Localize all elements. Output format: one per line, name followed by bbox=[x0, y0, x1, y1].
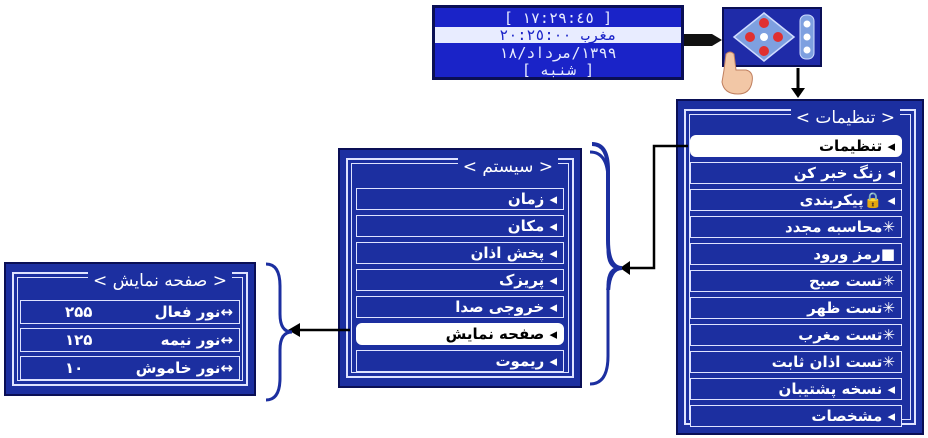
lcd-row-prayer: مغرب ٢٠:٢٥:٠٠ bbox=[435, 27, 681, 43]
brightness-off-value: ١٠ bbox=[65, 359, 84, 377]
menu-item-power-socket[interactable]: ◂ پریزک bbox=[356, 269, 564, 291]
lcd-row-date: ١٣٩٩/مرداد/١٨ bbox=[499, 44, 617, 62]
system-menu-panel: < سیستم > ◂ زمان ◂ مکان ◂ پخش اذان ◂ پری… bbox=[338, 148, 582, 388]
menu-item-remote[interactable]: ◂ ریموت bbox=[356, 350, 564, 372]
hand-pointer-icon bbox=[721, 51, 753, 95]
menu-item-brightness-half[interactable]: ↔نور نیمه ١٢۵ bbox=[20, 328, 240, 352]
menu-item-backup[interactable]: ◂ نسخه پشتیبان bbox=[690, 378, 902, 400]
menu-item-brightness-off[interactable]: ↔نور خاموش ١٠ bbox=[20, 356, 240, 380]
system-menu-title: < سیستم > bbox=[457, 158, 558, 176]
brightness-active-value: ٢۵۵ bbox=[65, 303, 93, 321]
menu-item-configuration[interactable]: ◂ 🔒پیکربندی bbox=[690, 189, 902, 211]
display-menu-panel: < صفحه نمایش > ↔نور فعال ٢۵۵ ↔نور نیمه ١… bbox=[4, 262, 256, 396]
menu-item-time[interactable]: ◂ زمان bbox=[356, 188, 564, 210]
lcd-clock-display: [ ١٧:٢٩:٤٥ ] مغرب ٢٠:٢٥:٠٠ ١٣٩٩/مرداد/١٨… bbox=[432, 5, 684, 80]
brightness-active-label: ↔نور فعال bbox=[154, 303, 233, 321]
settings-menu-title: < تنظیمات > bbox=[790, 109, 900, 127]
arrow-down-icon bbox=[791, 68, 805, 98]
system-bracket bbox=[589, 150, 621, 386]
menu-item-azan-playback[interactable]: ◂ پخش اذان bbox=[356, 242, 564, 264]
menu-item-test-dhuhr[interactable]: ✳تست ظهر bbox=[690, 297, 902, 319]
menu-item-brightness-active[interactable]: ↔نور فعال ٢۵۵ bbox=[20, 300, 240, 324]
brightness-off-label: ↔نور خاموش bbox=[135, 359, 233, 377]
menu-item-recalculate[interactable]: ✳محاسبه مجدد bbox=[690, 216, 902, 238]
menu-item-settings[interactable]: ◂ تنظیمات bbox=[690, 135, 902, 157]
menu-item-test-maghrib[interactable]: ✳تست مغرب bbox=[690, 324, 902, 346]
display-menu-title: < صفحه نمایش > bbox=[88, 272, 232, 290]
menu-item-test-fajr[interactable]: ✳تست صبح bbox=[690, 270, 902, 292]
brightness-half-label: ↔نور نیمه bbox=[160, 331, 233, 349]
lcd-row-time: [ ١٧:٢٩:٤٥ ] bbox=[503, 9, 613, 27]
menu-item-alarm[interactable]: ◂ زنگ خبر کن bbox=[690, 162, 902, 184]
menu-item-password[interactable]: ■رمز ورود bbox=[690, 243, 902, 265]
display-bracket bbox=[265, 262, 293, 402]
menu-item-audio-output[interactable]: ◂ خروجی صدا bbox=[356, 296, 564, 318]
settings-menu-inner-frame bbox=[689, 114, 911, 420]
lcd-remote-connector bbox=[684, 34, 722, 46]
lcd-row-weekday: [ شنبه ] bbox=[521, 61, 595, 79]
brightness-half-value: ١٢۵ bbox=[65, 331, 93, 349]
settings-menu-panel: < تنظیمات > ◂ تنظیمات ◂ زنگ خبر کن ◂ 🔒پی… bbox=[676, 99, 924, 435]
menu-item-test-fixed-azan[interactable]: ✳تست اذان ثابت bbox=[690, 351, 902, 373]
menu-item-specifications[interactable]: ◂ مشخصات bbox=[690, 405, 902, 427]
menu-item-display[interactable]: ◂ صفحه نمایش bbox=[356, 323, 564, 345]
menu-item-location[interactable]: ◂ مکان bbox=[356, 215, 564, 237]
